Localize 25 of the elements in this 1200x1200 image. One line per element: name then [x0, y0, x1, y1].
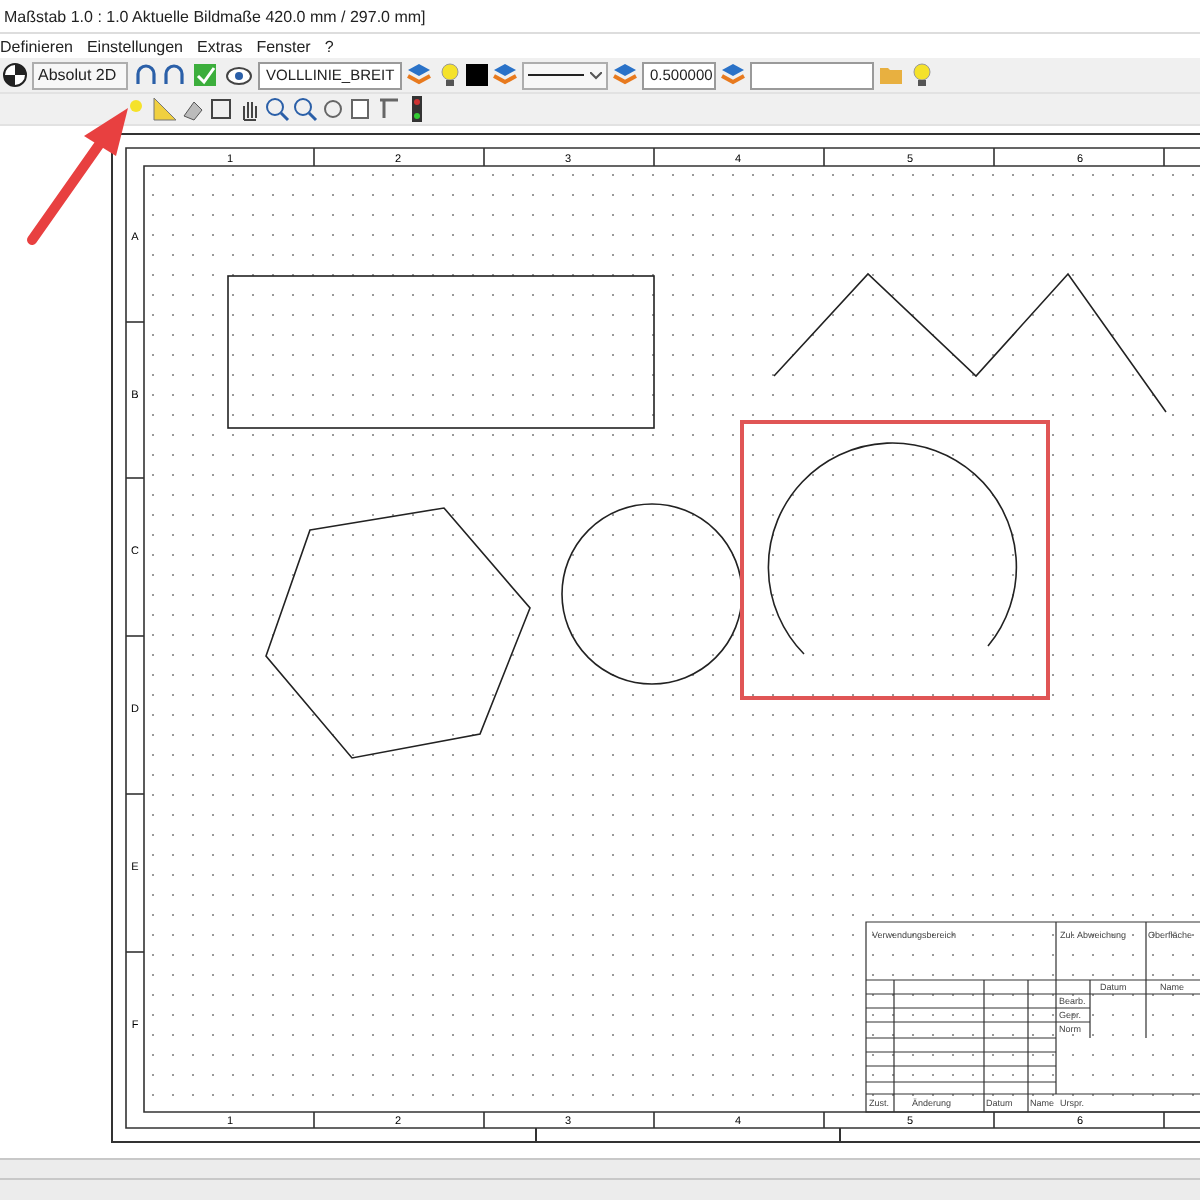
line-style-icon — [528, 72, 584, 79]
zoom-all-icon[interactable] — [320, 96, 346, 122]
menu-item[interactable]: Einstellungen — [86, 37, 184, 56]
layers-icon[interactable] — [406, 62, 432, 89]
triangle-ruler-icon[interactable] — [152, 96, 178, 122]
menu-item[interactable]: ? — [324, 37, 334, 56]
menu-item[interactable]: Definieren — [0, 37, 73, 56]
zoom-in-icon[interactable] — [264, 96, 290, 122]
line-style-dropdown[interactable] — [522, 61, 608, 90]
layers-icon[interactable] — [612, 62, 638, 89]
layers-icon[interactable] — [720, 62, 746, 89]
zoom-page-icon[interactable] — [348, 96, 374, 122]
zoom-out-icon[interactable] — [292, 96, 318, 122]
text-input-field[interactable] — [750, 61, 874, 90]
caret-icon — [590, 71, 602, 80]
layers-icon[interactable] — [492, 62, 518, 89]
menu-item[interactable]: Fenster — [256, 37, 311, 56]
zoom-window-icon[interactable] — [208, 96, 234, 122]
color-swatch[interactable] — [466, 64, 488, 87]
grid-check-icon[interactable] — [192, 62, 218, 89]
target-icon[interactable] — [2, 62, 28, 89]
eye-icon[interactable] — [222, 62, 254, 89]
menu-item[interactable]: Extras — [197, 37, 243, 56]
mode-dropdown[interactable]: Absolut 2D — [32, 61, 128, 90]
window-title: Maßstab 1.0 : 1.0 Aktuelle Bildmaße 420.0 mm / 297.0 mm] — [4, 7, 426, 26]
